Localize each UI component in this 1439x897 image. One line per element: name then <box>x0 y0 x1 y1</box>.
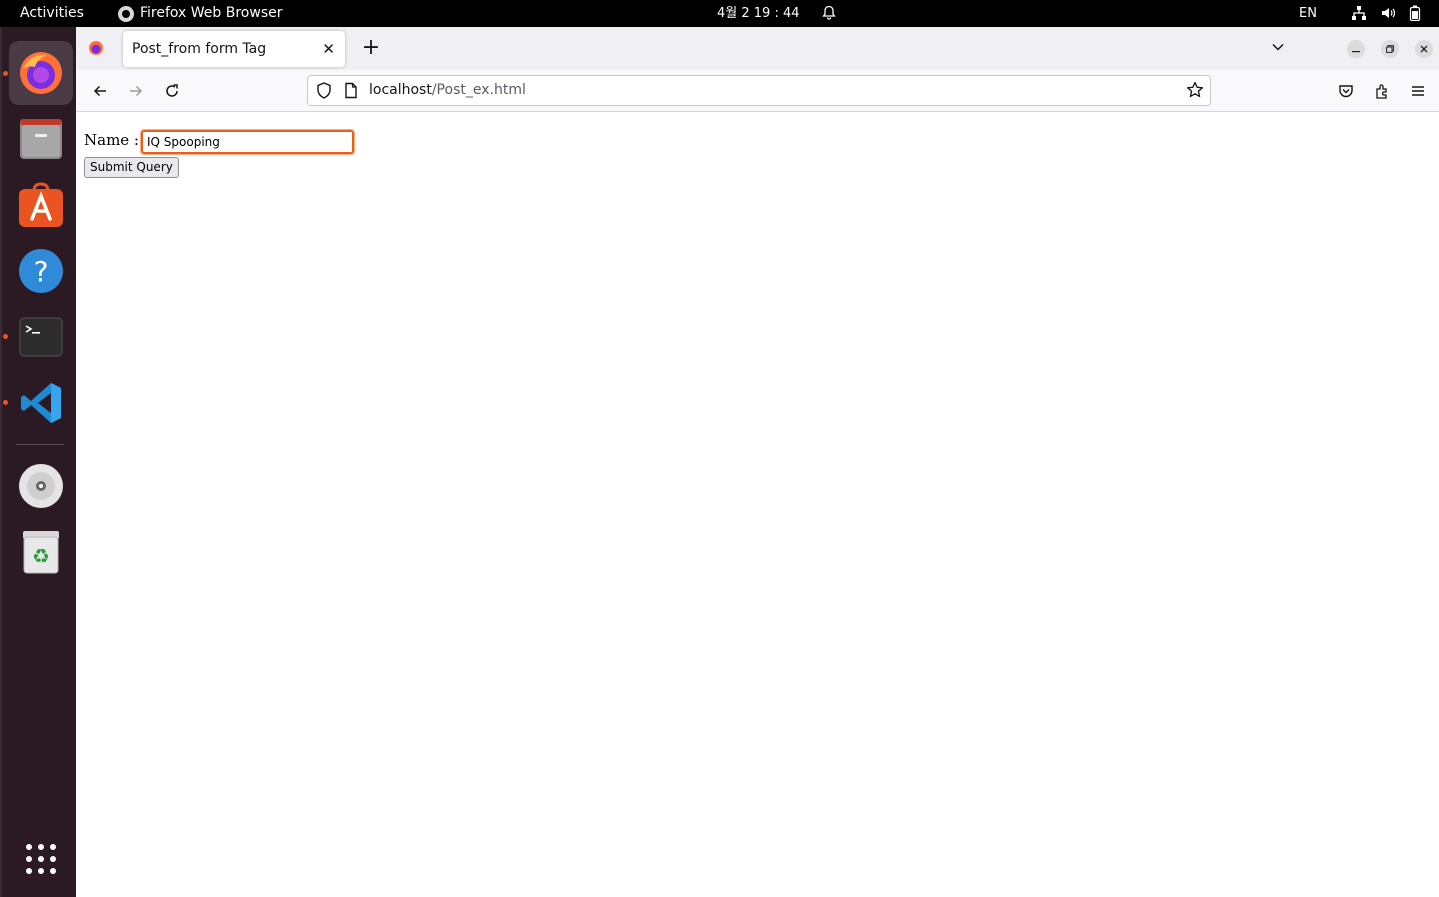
url-host: localhost <box>369 82 432 98</box>
dock-terminal-icon[interactable] <box>9 305 73 369</box>
running-indicator <box>3 71 8 76</box>
url-path: /Post_ex.html <box>431 82 526 98</box>
name-input[interactable] <box>140 129 355 155</box>
tab-bar: Post_from form Tag ✕ + <box>76 27 1439 70</box>
dock-app-center-icon[interactable] <box>9 173 73 237</box>
tab-title: Post_from form Tag <box>132 41 267 57</box>
forward-button[interactable] <box>125 80 147 102</box>
page-info-icon[interactable] <box>344 82 358 103</box>
extensions-icon[interactable] <box>1371 80 1393 102</box>
dock-files-icon[interactable] <box>9 107 73 171</box>
back-button[interactable] <box>89 80 111 102</box>
bookmark-star-icon[interactable] <box>1186 81 1204 103</box>
dock-vscode-icon[interactable] <box>9 371 73 435</box>
page-content: Name : Submit Query <box>76 112 1439 897</box>
volume-icon[interactable] <box>1380 0 1396 27</box>
tab-active[interactable]: Post_from form Tag ✕ <box>123 31 345 67</box>
gnome-top-bar: Activities Firefox Web Browser 4월 2 19 :… <box>0 0 1439 27</box>
submit-query-button[interactable]: Submit Query <box>84 157 179 178</box>
reload-button[interactable] <box>161 80 183 102</box>
svg-text:♻: ♻ <box>32 544 50 568</box>
app-menu[interactable]: Firefox Web Browser <box>118 0 283 27</box>
language-indicator[interactable]: EN <box>1299 0 1317 27</box>
minimize-button[interactable] <box>1347 40 1365 58</box>
app-menu-label: Firefox Web Browser <box>140 5 283 21</box>
dock-trash-icon[interactable]: ♻ <box>9 520 73 584</box>
hamburger-menu-icon[interactable] <box>1407 80 1429 102</box>
dock-disc-icon[interactable] <box>9 454 73 518</box>
running-indicator <box>3 400 8 405</box>
dock-help-icon[interactable]: ? <box>9 239 73 303</box>
show-apps-icon[interactable] <box>9 827 73 891</box>
maximize-button[interactable] <box>1381 40 1399 58</box>
ubuntu-dock: ? ♻ <box>0 27 76 897</box>
network-icon[interactable] <box>1351 0 1367 27</box>
dock-separator <box>16 444 64 445</box>
navigation-toolbar: localhost/Post_ex.html <box>76 70 1439 112</box>
pocket-icon[interactable] <box>1335 80 1357 102</box>
chevron-down-icon[interactable] <box>1271 39 1285 58</box>
url-bar[interactable]: localhost/Post_ex.html <box>307 75 1211 106</box>
tab-close-icon[interactable]: ✕ <box>322 31 335 67</box>
battery-icon[interactable] <box>1409 0 1421 27</box>
svg-text:?: ? <box>34 255 49 288</box>
dock-firefox-icon[interactable] <box>9 41 73 105</box>
firefox-view-icon[interactable] <box>88 40 104 60</box>
new-tab-button[interactable]: + <box>356 33 386 63</box>
activities-button[interactable]: Activities <box>20 0 84 27</box>
close-window-button[interactable] <box>1415 40 1433 58</box>
running-indicator <box>3 334 8 339</box>
clock[interactable]: 4월 2 19 : 44 <box>717 0 800 27</box>
bell-icon[interactable] <box>821 0 837 27</box>
url-text[interactable]: localhost/Post_ex.html <box>369 76 526 105</box>
shield-icon[interactable] <box>316 82 332 103</box>
name-label: Name : <box>84 131 139 149</box>
firefox-app-icon <box>118 5 134 22</box>
